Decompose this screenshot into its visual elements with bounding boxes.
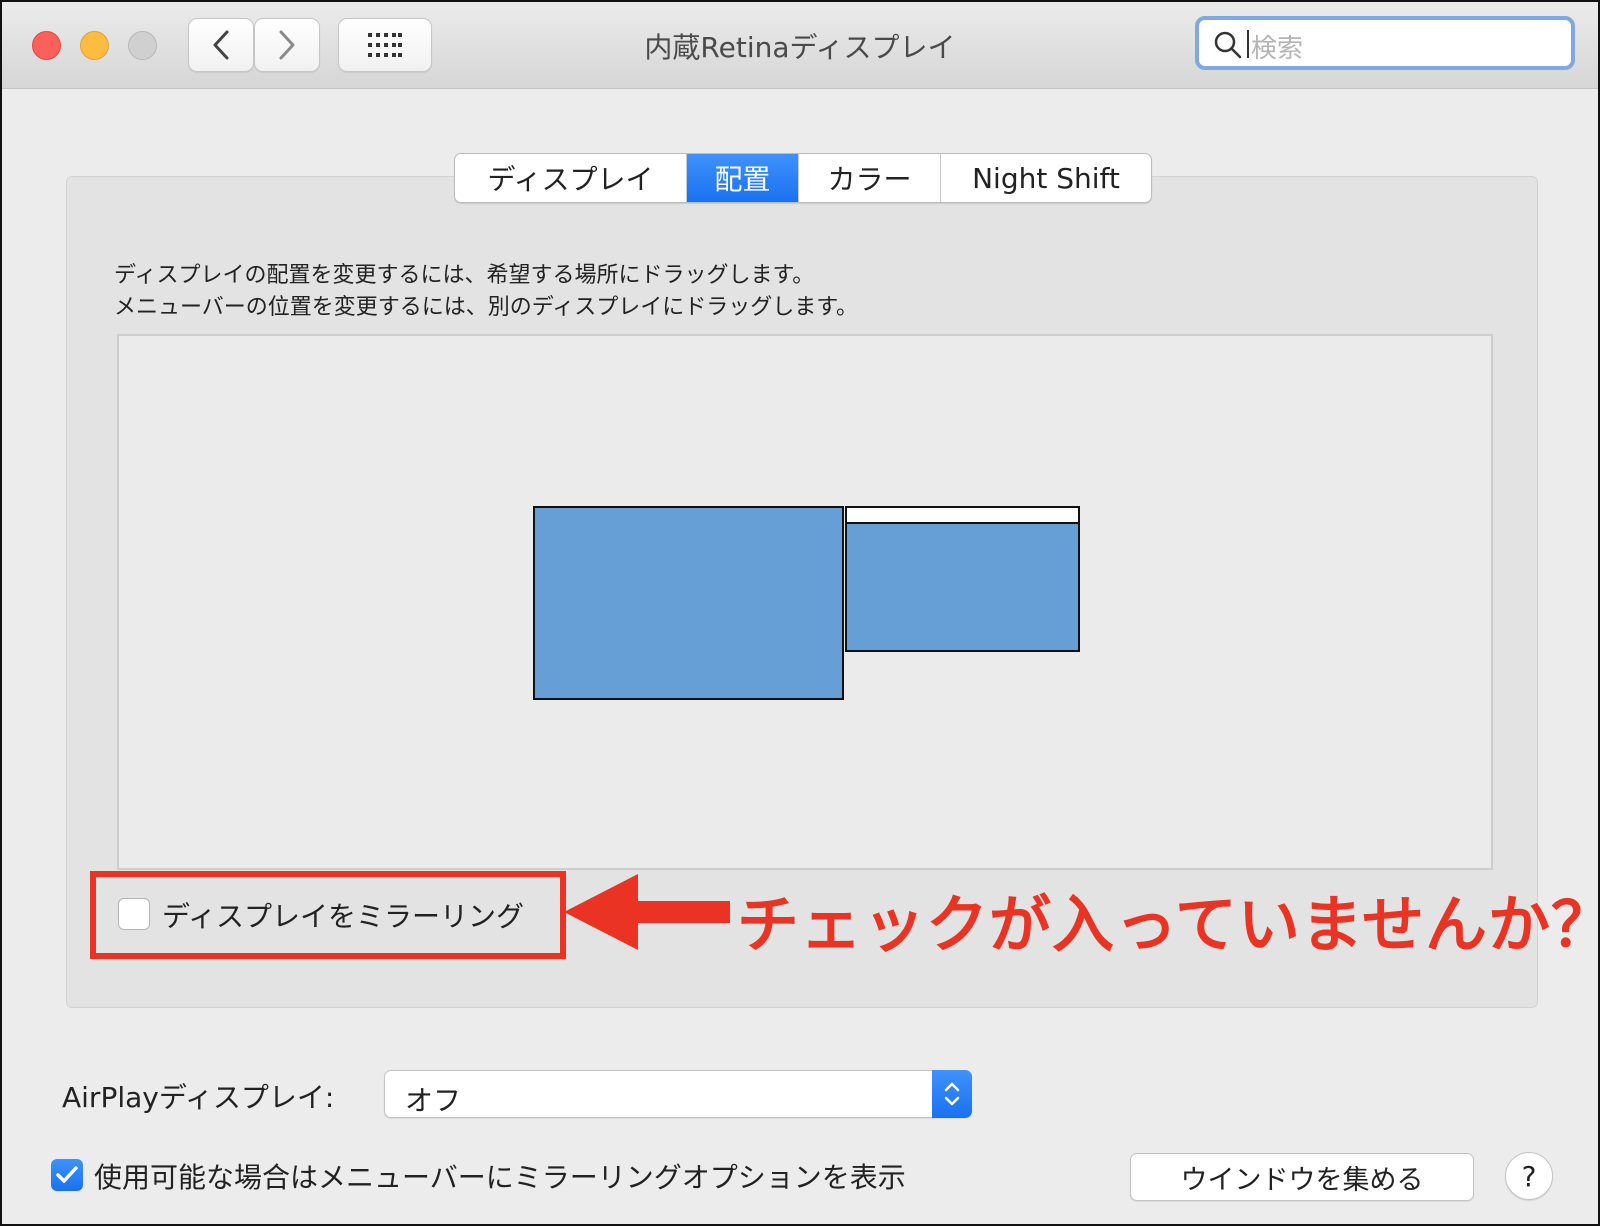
airplay-value: オフ bbox=[405, 1084, 462, 1117]
checkmark-icon bbox=[56, 1166, 78, 1183]
tab-arrangement[interactable]: 配置 bbox=[687, 154, 799, 202]
airplay-select[interactable]: オフ bbox=[384, 1070, 972, 1118]
tab-night-shift[interactable]: Night Shift bbox=[941, 154, 1151, 202]
gather-windows-button[interactable]: ウインドウを集める bbox=[1130, 1153, 1474, 1201]
select-stepper[interactable] bbox=[932, 1070, 972, 1118]
search-placeholder: 検索 bbox=[1251, 34, 1304, 64]
tab-bar: ディスプレイ 配置 カラー Night Shift bbox=[454, 153, 1152, 203]
text-cursor bbox=[1247, 30, 1249, 58]
mirror-displays-label: ディスプレイをミラーリング bbox=[162, 900, 525, 933]
search-icon bbox=[1214, 31, 1242, 59]
menubar-indicator[interactable] bbox=[847, 508, 1078, 524]
airplay-label: AirPlayディスプレイ: bbox=[62, 1081, 335, 1114]
instruction-line-2: メニューバーの位置を変更するには、別のディスプレイにドラッグします。 bbox=[114, 295, 859, 320]
display-1[interactable] bbox=[533, 506, 844, 700]
arrow-left-icon bbox=[564, 874, 730, 950]
mirror-displays-checkbox[interactable] bbox=[118, 898, 150, 930]
arrangement-area bbox=[117, 334, 1493, 870]
tab-color[interactable]: カラー bbox=[799, 154, 941, 202]
show-mirroring-option-label: 使用可能な場合はメニューバーにミラーリングオプションを表示 bbox=[94, 1161, 906, 1194]
instruction-line-1: ディスプレイの配置を変更するには、希望する場所にドラッグします。 bbox=[114, 263, 815, 288]
titlebar: 内蔵Retinaディスプレイ 検索 bbox=[2, 2, 1598, 89]
tab-display[interactable]: ディスプレイ bbox=[455, 154, 687, 202]
annotation-text: チェックが入っていませんか？ bbox=[737, 888, 1600, 961]
up-down-chevron-icon bbox=[944, 1082, 960, 1106]
system-preferences-window: 内蔵Retinaディスプレイ 検索 ディスプレイ 配置 カラー Night Sh… bbox=[0, 0, 1600, 1226]
show-mirroring-option-checkbox[interactable] bbox=[51, 1159, 83, 1191]
search-field[interactable]: 検索 bbox=[1195, 16, 1575, 70]
display-2[interactable] bbox=[845, 506, 1080, 652]
help-button[interactable]: ? bbox=[1505, 1152, 1553, 1200]
